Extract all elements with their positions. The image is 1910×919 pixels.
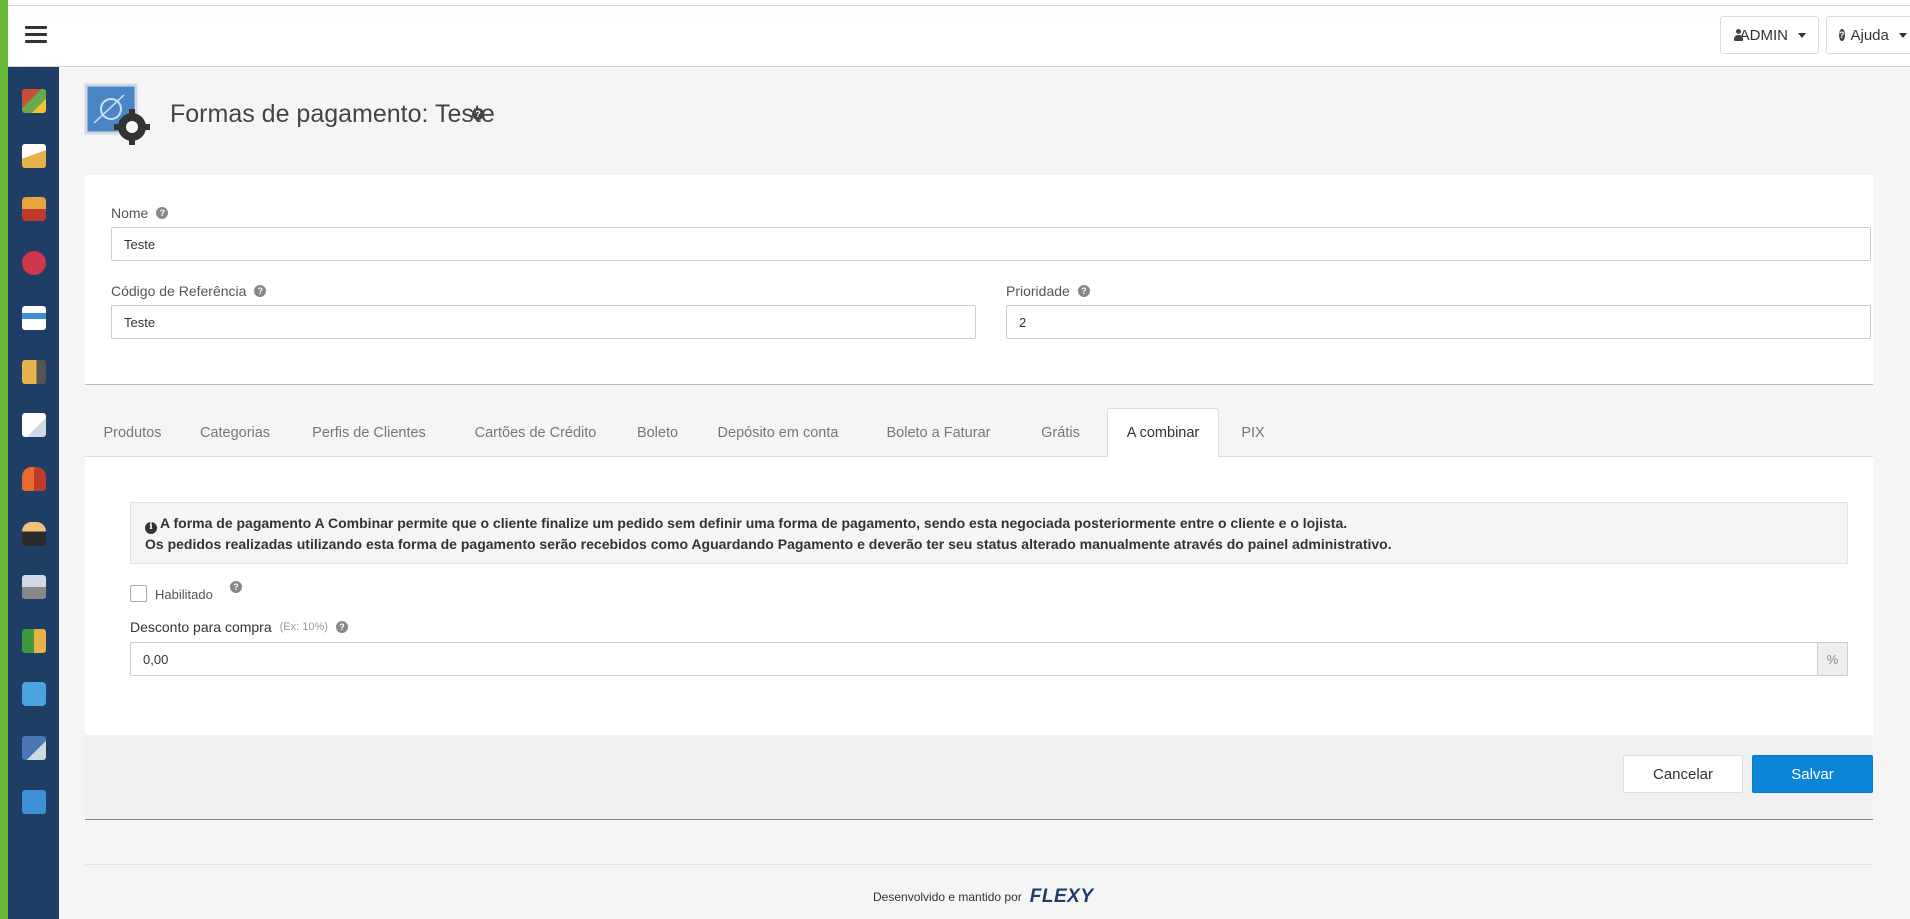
page-title: Formas de pagamento: Teste [170,100,495,128]
codigo-help-icon[interactable]: ? [254,285,267,297]
desconto-label-group: Desconto para compra (Ex: 10%) ? [130,619,348,635]
footer-text: Desenvolvido e mantido por [873,890,1022,904]
tab-gratis[interactable]: Grátis [1018,408,1103,457]
sidebar [8,67,59,919]
info-line-2: Os pedidos realizadas utilizando esta fo… [145,536,1392,552]
cancel-button[interactable]: Cancelar [1623,755,1743,793]
info-text-1: A forma de pagamento A Combinar permite … [160,515,1348,531]
sidebar-item-payments-icon[interactable] [22,306,46,330]
tab-deposito-conta[interactable]: Depósito em conta [698,408,858,457]
tab-a-combinar[interactable]: A combinar [1107,408,1219,458]
sidebar-item-share-icon[interactable] [22,682,46,706]
flexy-logo: FLEXY [1029,886,1094,907]
prioridade-input[interactable] [1006,305,1871,339]
info-line-1: iA forma de pagamento A Combinar permite… [145,513,1833,534]
tab-categorias[interactable]: Categorias [185,408,285,457]
sidebar-item-database-icon[interactable] [22,575,46,599]
sidebar-item-settings-icon[interactable] [22,736,46,760]
caret-down-icon [1798,32,1806,38]
habilitado-checkbox[interactable] [130,585,147,602]
sidebar-item-store-icon[interactable] [22,144,46,168]
tab-cartoes-credito[interactable]: Cartões de Crédito [453,408,618,457]
question-circle-icon: ? [1839,29,1845,41]
footer-divider [85,864,1873,865]
help-label: Ajuda [1850,26,1889,44]
desconto-hint: (Ex: 10%) [279,621,328,633]
sidebar-item-users-icon[interactable] [22,522,46,546]
tab-boleto[interactable]: Boleto [620,408,695,457]
habilitado-help-icon[interactable]: ? [230,581,242,593]
help-dropdown-button[interactable]: ? Ajuda [1826,16,1910,54]
tab-pix[interactable]: PIX [1222,408,1284,457]
nome-label: Nome [111,205,149,221]
sidebar-item-promotions-icon[interactable] [22,251,46,275]
form-actions-bar: Cancelar Salvar [85,735,1873,820]
habilitado-label: Habilitado [155,587,213,602]
tab-content-a-combinar: iA forma de pagamento A Combinar permite… [85,457,1873,735]
tab-boleto-faturar[interactable]: Boleto a Faturar [861,408,1016,457]
info-circle-icon: i [145,521,157,534]
tab-produtos[interactable]: Produtos [85,408,180,457]
title-help-icon[interactable]: ? [472,108,484,120]
admin-dropdown-button[interactable]: ADMIN [1720,16,1819,54]
sidebar-item-orders-icon[interactable] [22,413,46,437]
percent-addon: % [1818,642,1848,676]
nome-label-group: Nome ? [111,205,169,221]
sidebar-item-help-icon[interactable] [22,790,46,814]
desconto-input[interactable] [130,642,1818,676]
codigo-label: Código de Referência [111,283,247,299]
save-button[interactable]: Salvar [1752,755,1873,793]
sidebar-item-products-icon[interactable] [22,197,46,221]
sidebar-item-reports-icon[interactable] [22,629,46,653]
desconto-help-icon[interactable]: ? [335,621,348,633]
user-icon [1733,29,1740,41]
left-accent-stripe [0,0,8,919]
payment-settings-icon [84,83,154,147]
menu-toggle-icon[interactable] [25,26,47,44]
prioridade-label: Prioridade [1006,283,1070,299]
admin-label: ADMIN [1739,26,1788,44]
prioridade-label-group: Prioridade ? [1006,283,1090,299]
tab-perfis-clientes[interactable]: Perfis de Clientes [290,408,448,457]
info-alert: iA forma de pagamento A Combinar permite… [130,502,1848,564]
caret-down-icon [1898,32,1907,38]
prioridade-help-icon[interactable]: ? [1077,285,1090,297]
codigo-referencia-input[interactable] [111,305,976,339]
codigo-label-group: Código de Referência ? [111,283,267,299]
footer: Desenvolvido e mantido por FLEXY [873,886,1094,908]
nome-help-icon[interactable]: ? [156,207,169,219]
sidebar-item-dashboard-icon[interactable] [22,89,46,113]
general-form-panel: Nome ? Código de Referência ? Prioridade… [85,175,1873,385]
desconto-label: Desconto para compra [130,619,272,635]
sidebar-item-shipping-icon[interactable] [22,360,46,384]
top-navbar: ADMIN ? Ajuda [8,6,1910,67]
sidebar-item-customers-icon[interactable] [22,467,46,491]
nome-input[interactable] [111,227,1871,261]
payment-tabs: Produtos Categorias Perfis de Clientes C… [85,408,1873,458]
